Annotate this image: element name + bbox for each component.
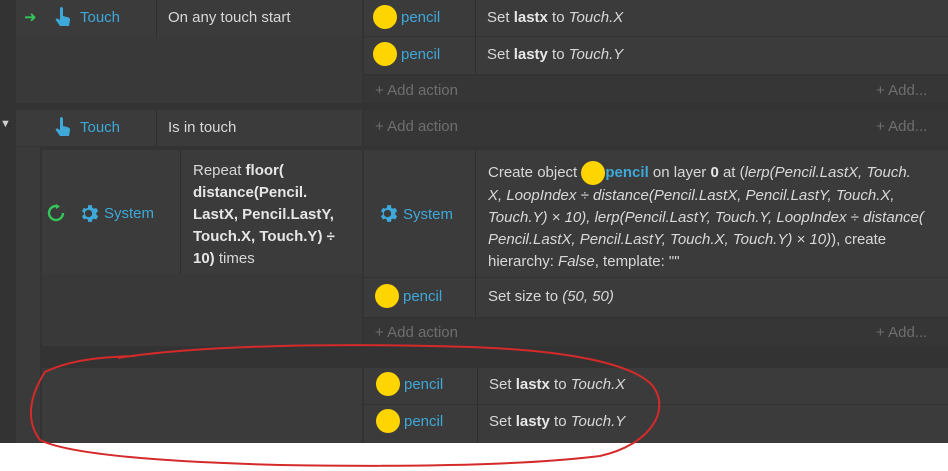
event1-object-name[interactable]: Touch xyxy=(80,9,120,26)
extra-action-separator xyxy=(364,404,948,405)
extra-action-2-text[interactable]: Set lasty to Touch.Y xyxy=(489,413,625,430)
event1-action-2-object[interactable]: pencil xyxy=(373,42,440,66)
collapse-toggle-icon[interactable]: ▼ xyxy=(0,118,11,130)
subevent-action-separator xyxy=(364,277,948,278)
event1-divider xyxy=(156,0,157,37)
subevent-object-name[interactable]: System xyxy=(104,205,154,222)
extra-action-1-text[interactable]: Set lastx to Touch.X xyxy=(489,376,625,393)
event1-action-1-object[interactable]: pencil xyxy=(373,5,440,29)
trigger-arrow-icon: ➜ xyxy=(24,9,37,26)
event2-object-name[interactable]: Touch xyxy=(80,119,120,136)
subevent-divider xyxy=(180,150,181,274)
loop-icon xyxy=(47,204,65,222)
add-action-link[interactable]: + Add action xyxy=(375,82,458,99)
pencil-sprite-icon xyxy=(373,42,397,66)
touch-hand-icon xyxy=(54,115,72,139)
event1-action-1-text[interactable]: Set lastx to Touch.X xyxy=(487,9,623,26)
subevent-action-divider xyxy=(475,150,476,317)
add-action-link[interactable]: + Add action xyxy=(375,324,458,341)
event1-actions-block xyxy=(364,0,948,74)
pencil-sprite-icon xyxy=(375,284,399,308)
pencil-sprite-icon xyxy=(581,161,606,185)
event2-divider xyxy=(156,110,157,146)
create-action-object[interactable]: System xyxy=(403,206,453,223)
subevent-left-gutter xyxy=(42,274,362,346)
event2-condition-text[interactable]: Is in touch xyxy=(168,119,236,136)
extra-action-2-object[interactable]: pencil xyxy=(376,409,443,433)
event-sheet: ➜ Touch On any touch start pencil Set la… xyxy=(0,0,948,443)
pencil-sprite-icon xyxy=(376,372,400,396)
extra-actions-block xyxy=(364,368,948,443)
event1-action-separator xyxy=(364,36,948,37)
gear-icon xyxy=(78,203,99,224)
event1-left-gutter xyxy=(16,37,362,103)
setsize-action-text[interactable]: Set size to (50, 50) xyxy=(488,288,614,305)
add-more-link[interactable]: + Add... xyxy=(876,82,927,99)
touch-hand-icon xyxy=(54,5,72,29)
event1-action-divider xyxy=(475,0,476,74)
event1-condition-text[interactable]: On any touch start xyxy=(168,9,291,26)
add-action-link[interactable]: + Add action xyxy=(375,118,458,135)
add-more-link[interactable]: + Add... xyxy=(876,324,927,341)
create-object-action-text[interactable]: Create object pencil on layer 0 at (lerp… xyxy=(488,161,924,273)
pencil-sprite-icon xyxy=(376,409,400,433)
setsize-action-object[interactable]: pencil xyxy=(375,284,442,308)
extra-action-1-object[interactable]: pencil xyxy=(376,372,443,396)
add-more-link[interactable]: + Add... xyxy=(876,118,927,135)
extra-action-divider xyxy=(477,368,478,443)
event1-action-2-text[interactable]: Set lasty to Touch.Y xyxy=(487,46,623,63)
gear-icon xyxy=(377,203,398,224)
pencil-sprite-icon xyxy=(373,5,397,29)
extra-condition-block xyxy=(42,368,362,443)
event2-left-bar xyxy=(16,147,40,443)
repeat-condition-text[interactable]: Repeat floor( distance(Pencil. LastX, Pe… xyxy=(193,160,335,270)
